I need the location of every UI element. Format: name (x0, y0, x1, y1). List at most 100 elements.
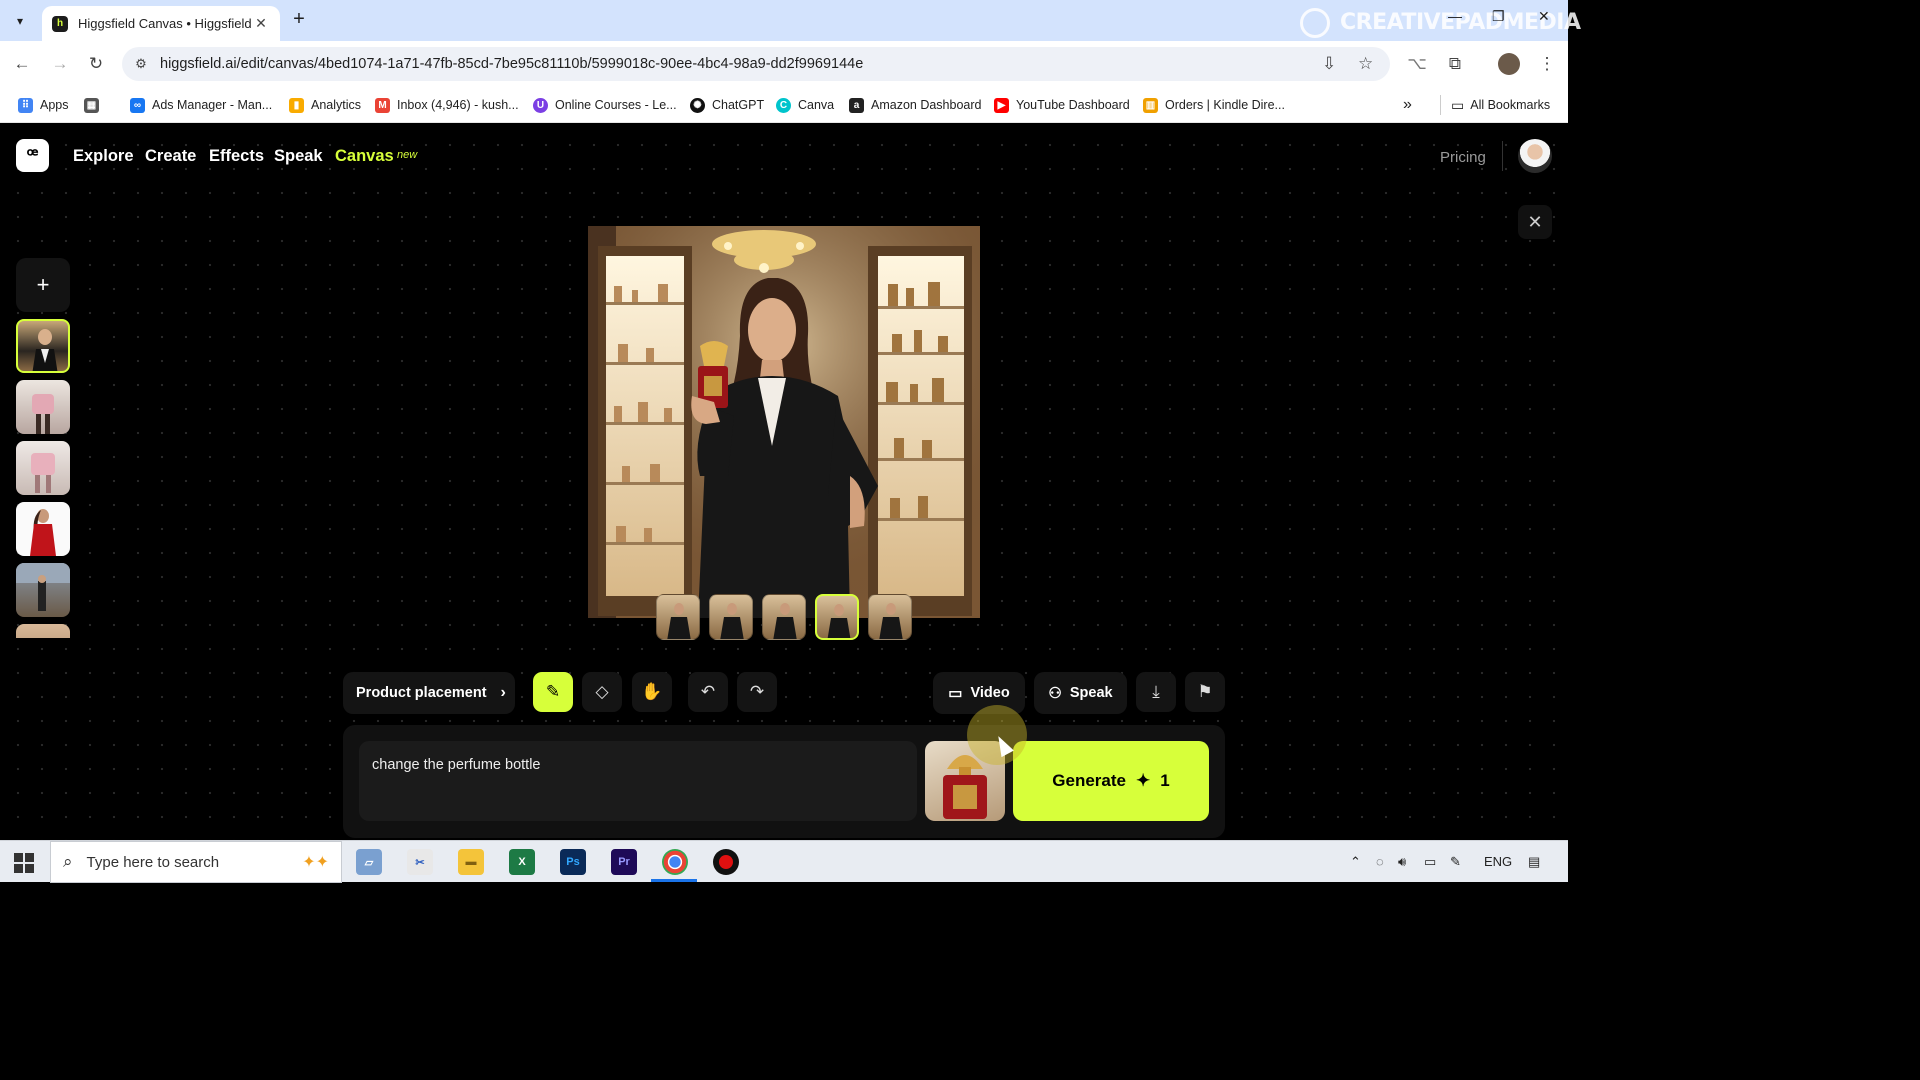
history-thumb[interactable] (16, 380, 70, 434)
bookmark-chatgpt[interactable]: ✺ ChatGPT (690, 95, 764, 115)
chrome-menu-icon[interactable]: ⋮ (1536, 53, 1558, 75)
bookmark-gmail[interactable]: M Inbox (4,946) - kush... (375, 95, 519, 115)
gmail-icon: M (375, 97, 390, 113)
minimize-icon[interactable]: — (1448, 8, 1462, 24)
tray-chevron-icon[interactable]: ⌃ (1350, 854, 1361, 870)
perfume-bottle (698, 341, 728, 408)
canvas-main-image[interactable] (588, 226, 980, 618)
product-placement-button[interactable]: Product placement › (343, 672, 515, 714)
network-icon[interactable]: ◌ (1376, 854, 1384, 869)
url-text[interactable]: higgsfield.ai/edit/canvas/4bed1074-1a71-… (160, 56, 863, 72)
excel-icon[interactable]: X (509, 849, 535, 875)
bookmark-apps[interactable]: ⠿ Apps (18, 95, 69, 115)
redo-button[interactable]: ↷ (737, 672, 777, 712)
apps-grid-icon: ⠿ (18, 97, 33, 113)
snipping-tool-icon[interactable]: ✂ (407, 849, 433, 875)
nav-speak[interactable]: Speak (274, 147, 323, 166)
battery-icon[interactable]: ▭ (1424, 854, 1436, 870)
eraser-tool-button[interactable]: ◇ (582, 672, 622, 712)
bookmark-label: Apps (40, 98, 69, 112)
hand-tool-button[interactable]: ✋ (632, 672, 672, 712)
nav-create[interactable]: Create (145, 147, 196, 166)
bookmark-label: Canva (798, 98, 835, 112)
extensions-icon[interactable]: ⧉ (1444, 53, 1466, 75)
bookmark-online-courses[interactable]: U Online Courses - Le... (533, 95, 677, 115)
premiere-icon[interactable]: Pr (611, 849, 637, 875)
files-app-icon[interactable]: ▱ (356, 849, 382, 875)
recorder-icon[interactable] (713, 849, 739, 875)
variant-thumb[interactable] (656, 594, 700, 640)
nav-effects[interactable]: Effects (209, 147, 264, 166)
bookmark-analytics[interactable]: ▮ Analytics (289, 95, 361, 115)
file-explorer-icon[interactable]: ▬ (458, 849, 484, 875)
new-tab-icon[interactable]: + (288, 8, 310, 30)
product-placement-label: Product placement (356, 685, 487, 701)
new-badge: new (397, 149, 418, 161)
variant-thumb[interactable] (709, 594, 753, 640)
reload-icon[interactable]: ↻ (85, 53, 107, 75)
pen-icon[interactable]: ✎ (1450, 854, 1461, 870)
address-bar[interactable]: ⚙ higgsfield.ai/edit/canvas/4bed1074-1a7… (122, 47, 1390, 81)
back-icon[interactable]: ← (11, 53, 33, 75)
browser-toolbar: ← → ↻ ⚙ higgsfield.ai/edit/canvas/4bed10… (0, 41, 1568, 87)
speak-label: Speak (1069, 685, 1113, 701)
windows-start-icon[interactable] (14, 853, 34, 873)
history-thumb[interactable] (16, 441, 70, 495)
variant-thumb[interactable] (868, 594, 912, 640)
speak-button[interactable]: ⚇ Speak (1034, 672, 1127, 714)
history-thumb[interactable] (16, 624, 70, 638)
courses-icon: U (533, 97, 548, 113)
generate-button[interactable]: Generate ✦ 1 (1013, 741, 1209, 821)
language-indicator[interactable]: ENG (1484, 854, 1512, 869)
bookmarks-bar: ⠿ Apps ▦ ∞ Ads Manager - Man... ▮ Analyt… (0, 87, 1568, 123)
video-camera-icon: ▭ (948, 685, 963, 702)
close-canvas-icon[interactable]: ✕ (1518, 205, 1552, 239)
bookmark-button[interactable]: ⚑ (1185, 672, 1225, 712)
nav-pricing[interactable]: Pricing (1440, 149, 1486, 166)
devtools-extension-icon[interactable]: ⌥ (1406, 53, 1428, 75)
tab-search-icon[interactable]: ▾ (8, 9, 32, 33)
analytics-icon: ▮ (289, 97, 304, 113)
bookmark-tab-groups[interactable]: ▦ (84, 95, 106, 115)
install-app-icon[interactable]: ⇩ (1322, 54, 1336, 74)
higgsfield-logo[interactable]: ꟹ (16, 139, 49, 172)
bookmark-star-icon[interactable]: ☆ (1358, 54, 1373, 74)
undo-button[interactable]: ↶ (688, 672, 728, 712)
history-thumb[interactable] (16, 319, 70, 373)
nav-explore[interactable]: Explore (73, 147, 134, 166)
history-thumb[interactable] (16, 502, 70, 556)
user-avatar[interactable] (1518, 139, 1552, 173)
search-placeholder: Type here to search (86, 853, 220, 871)
profile-avatar[interactable] (1498, 53, 1520, 75)
brush-tool-button[interactable]: ✎ (533, 672, 573, 712)
more-bookmarks-icon[interactable]: » (1403, 95, 1412, 115)
window-close-icon[interactable]: ✕ (1538, 8, 1550, 25)
variant-thumb-selected[interactable] (815, 594, 859, 640)
prompt-input[interactable]: change the perfume bottle (359, 741, 917, 821)
variant-thumb[interactable] (762, 594, 806, 640)
bookmark-canva[interactable]: C Canva (776, 95, 834, 115)
photoshop-icon[interactable]: Ps (560, 849, 586, 875)
chrome-taskbar-icon[interactable] (662, 849, 688, 875)
bookmark-youtube[interactable]: ▶ YouTube Dashboard (994, 95, 1130, 115)
download-button[interactable]: ⤓ (1136, 672, 1176, 712)
nav-canvas[interactable]: Canvas (335, 147, 394, 166)
history-thumb[interactable] (16, 563, 70, 617)
close-tab-icon[interactable]: ✕ (252, 15, 270, 32)
bookmark-label: ChatGPT (712, 98, 765, 112)
taskbar-search[interactable]: ⌕ Type here to search ✦✦ (50, 841, 342, 883)
notification-icon[interactable]: ▤ (1528, 854, 1540, 870)
history-sidebar: + (14, 256, 72, 638)
all-bookmarks[interactable]: ▭ All Bookmarks (1440, 95, 1550, 115)
site-info-icon[interactable]: ⚙ (132, 55, 150, 73)
bookmark-ads-manager[interactable]: ∞ Ads Manager - Man... (130, 95, 272, 115)
browser-tab[interactable]: h Higgsfield Canvas • Higgsfield ✕ (42, 6, 280, 41)
volume-icon[interactable]: 🔊︎ (1398, 854, 1406, 870)
add-image-button[interactable]: + (16, 258, 70, 312)
forward-icon[interactable]: → (49, 53, 71, 75)
restore-icon[interactable]: ❐ (1492, 8, 1505, 25)
header-divider (1502, 141, 1503, 171)
bookmark-amazon[interactable]: a Amazon Dashboard (849, 95, 981, 115)
bookmark-kindle[interactable]: ▥ Orders | Kindle Dire... (1143, 95, 1285, 115)
speaker-person-icon: ⚇ (1048, 685, 1062, 702)
